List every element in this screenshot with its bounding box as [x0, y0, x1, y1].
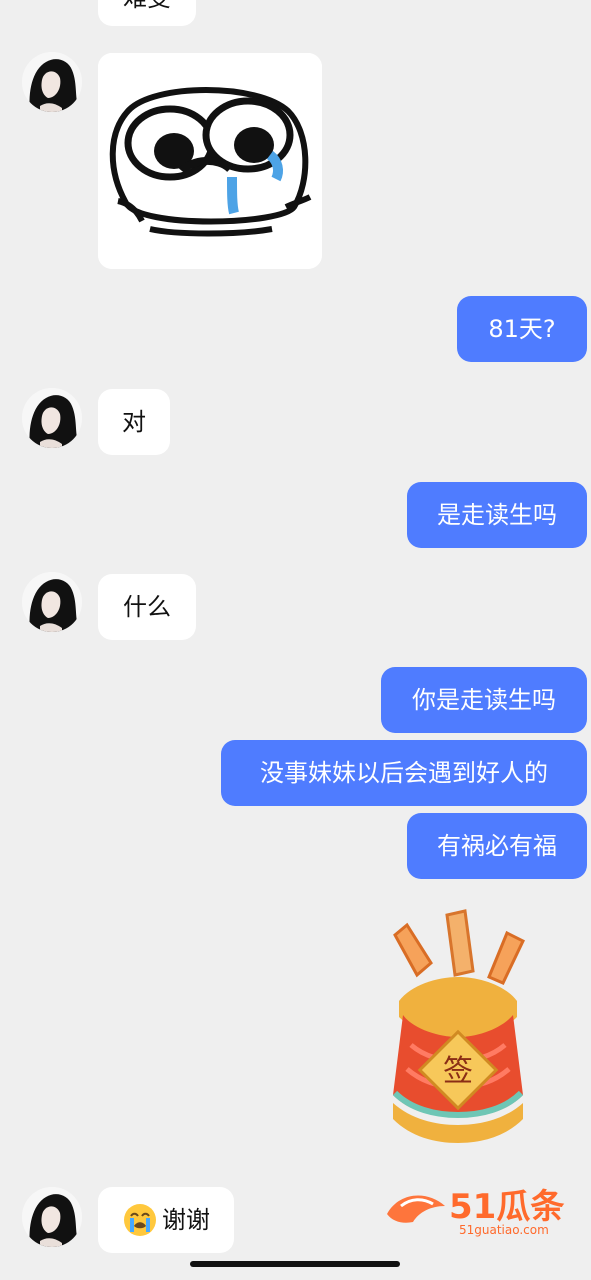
message-bubble-outgoing[interactable]: 81天?	[457, 296, 587, 362]
message-bubble-outgoing[interactable]: 你是走读生吗	[381, 667, 587, 733]
message-bubble-incoming[interactable]: 难受	[98, 0, 196, 26]
fortune-stick-sticker[interactable]: 签	[377, 905, 539, 1155]
message-bubble-outgoing[interactable]: 没事妹妹以后会遇到好人的	[221, 740, 587, 806]
message-text: 你是走读生吗	[412, 686, 556, 714]
message-text: 有祸必有福	[437, 832, 557, 860]
crying-face-sticker[interactable]	[98, 53, 322, 269]
message-text: 难受	[123, 0, 171, 10]
avatar[interactable]	[22, 52, 82, 112]
message-bubble-outgoing[interactable]: 有祸必有福	[407, 813, 587, 879]
avatar[interactable]	[22, 572, 82, 632]
message-bubble-incoming[interactable]: 什么	[98, 574, 196, 640]
watermark-brand: 51瓜条	[449, 1187, 564, 1227]
avatar[interactable]	[22, 1187, 82, 1247]
loudly-crying-face-icon	[122, 1202, 158, 1238]
message-text: 谢谢	[162, 1206, 210, 1234]
message-bubble-incoming[interactable]: 谢谢	[98, 1187, 234, 1253]
watermark-url: 51guatiao.com	[459, 1223, 549, 1237]
home-indicator	[190, 1261, 400, 1267]
message-text: 什么	[123, 593, 171, 621]
watermark-logo: 51瓜条 51guatiao.com	[383, 1182, 573, 1240]
message-text: 没事妹妹以后会遇到好人的	[260, 759, 548, 787]
message-bubble-outgoing[interactable]: 是走读生吗	[407, 482, 587, 548]
message-bubble-incoming[interactable]: 对	[98, 389, 170, 455]
message-text: 是走读生吗	[437, 501, 557, 529]
avatar[interactable]	[22, 388, 82, 448]
fortune-label: 签	[443, 1054, 473, 1089]
message-text: 81天?	[488, 315, 556, 343]
message-text: 对	[122, 408, 146, 436]
